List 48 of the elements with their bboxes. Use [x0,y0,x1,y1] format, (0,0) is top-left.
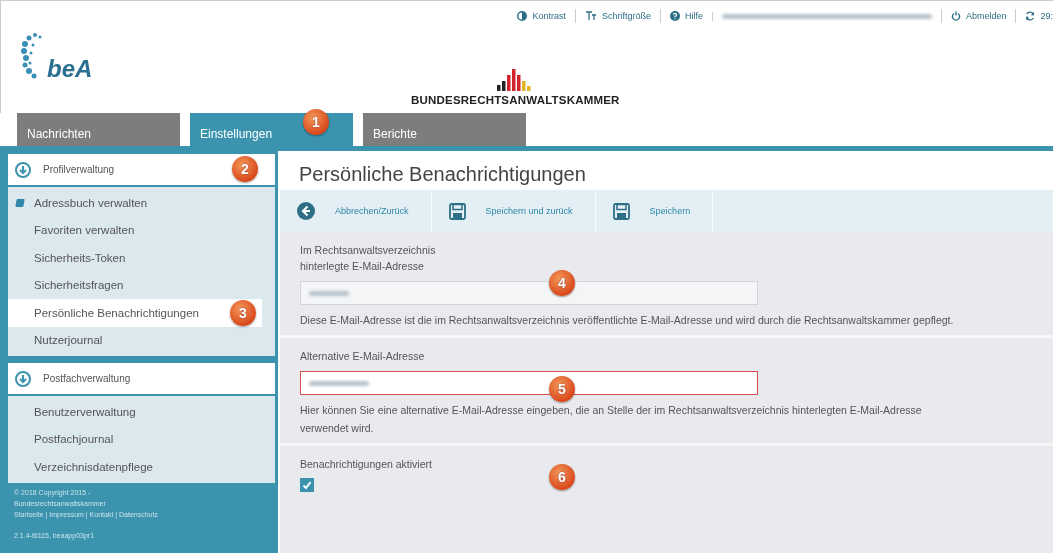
save-icon [612,202,630,220]
sidebar-item[interactable]: Sicherheits-Token [8,244,262,272]
callout-number: 3 [230,300,256,326]
top-link[interactable]: Kontrast [508,9,575,23]
callout-number: 4 [549,270,575,296]
power-icon [950,11,961,21]
help-text: Hier können Sie eine alternative E-Mail-Adresse eingeben, die an Stelle der im Rechtsanwaltsverzeichnis hinterlegten E-Mail-Adresse verwendet wird. [300,403,923,436]
email-blurred [309,290,349,296]
top-link[interactable]: Abmelden [940,9,1016,23]
sidebar-item[interactable]: Favoriten verwalten [8,216,262,244]
download-icon [15,161,31,178]
email-blurred [309,380,369,386]
callout-number: 6 [549,464,575,490]
email-field[interactable] [300,371,758,395]
back-icon [297,202,315,220]
sidebar-item[interactable]: Nutzerjournal [8,326,262,354]
callout-number: 5 [549,376,575,402]
book-icon [15,198,25,207]
save-icon [448,202,466,220]
help-text: Diese E-Mail-Adresse ist die im Rechtsanwaltsverzeichnis veröffentlichte E-Mail-Adresse und wird durch die Rechtsanwaltskammer gepflegt. [300,313,955,328]
top-link[interactable]: Hilfe [659,9,712,23]
contrast-icon [517,11,528,21]
sidebar-item[interactable]: Sicherheitsfragen [8,271,262,299]
top-link[interactable]: Schriftgröße [574,9,660,23]
bar-logo-icon [497,67,534,91]
sidebar-item[interactable]: Adressbuch verwalten [8,189,262,217]
section-header[interactable]: Profilverwaltung 2 [8,154,275,187]
field-label: Im Rechtsanwaltsverzeichnis hinterlegte E-Mail-Adresse [300,243,437,274]
sidebar-item[interactable]: Postfachjournal [8,425,262,453]
checkbox-label: Benachrichtigungen aktiviert [300,457,433,472]
logo-text: beA [47,57,93,81]
callout-number: 2 [232,156,258,182]
field-label: Alternative E-Mail-Adresse [300,349,426,364]
help-icon [669,11,680,21]
page-title: Persönliche Benachrichtigungen [299,163,587,186]
organization-name: BUNDESRECHTSANWALTSKAMMER [411,94,620,106]
section-header[interactable]: Postfachverwaltung [8,363,275,396]
font-size-icon [584,11,597,21]
top-link[interactable]: 29: [1015,9,1053,23]
refresh-icon [1025,11,1036,21]
callout-number: 1 [303,109,329,135]
sidebar-item[interactable]: Persönliche Benachrichtigungen 3 [8,299,262,327]
nav-tab[interactable]: Berichte [363,113,526,146]
checkbox[interactable] [300,478,314,492]
sidebar-item[interactable]: Benutzerverwaltung [8,398,262,426]
download-icon [15,370,31,387]
sidebar-item[interactable]: Verzeichnisdatenpflege [8,453,262,481]
nav-tab[interactable]: Nachrichten [17,113,180,146]
